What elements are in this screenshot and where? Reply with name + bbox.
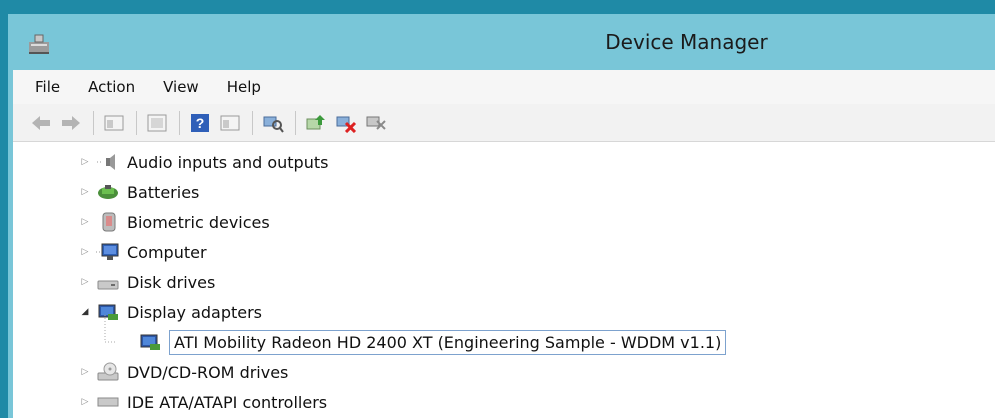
title-bar[interactable]: Device Manager <box>8 14 995 70</box>
menu-action[interactable]: Action <box>74 78 149 96</box>
tree-item-computer[interactable]: ▷ Computer <box>79 237 207 267</box>
tree-item-batteries[interactable]: ▷ Batteries <box>79 177 200 207</box>
toolbar-separator <box>93 110 94 135</box>
menu-bar: File Action View Help <box>13 70 995 104</box>
forward-icon[interactable] <box>59 111 83 135</box>
svg-text:?: ? <box>196 115 205 131</box>
tree-item-label: ATI Mobility Radeon HD 2400 XT (Engineer… <box>169 329 727 355</box>
expand-arrow-icon[interactable]: ▷ <box>79 186 91 198</box>
display-adapter-icon <box>137 331 163 353</box>
help-icon[interactable]: ? <box>188 111 212 135</box>
fingerprint-icon <box>95 211 121 233</box>
tree-item-label: Batteries <box>127 182 200 202</box>
tree-connector <box>104 315 117 343</box>
scan-hardware-icon[interactable] <box>261 111 285 135</box>
menu-view[interactable]: View <box>149 78 213 96</box>
tree-item-label: Biometric devices <box>127 212 270 232</box>
speaker-icon <box>95 151 121 173</box>
client-area: File Action View Help ? ▷ Audio inputs a… <box>13 70 995 418</box>
hidden-devices-icon[interactable] <box>145 111 169 135</box>
tree-item-label: Display adapters <box>127 302 263 322</box>
expand-arrow-icon[interactable]: ▷ <box>79 246 91 258</box>
computer-icon <box>95 241 121 263</box>
toolbar-separator <box>295 110 296 135</box>
collapse-arrow-icon[interactable]: ◢ <box>79 306 91 318</box>
tree-item-biometric[interactable]: ▷ Biometric devices <box>79 207 270 237</box>
update-driver-icon[interactable] <box>304 111 328 135</box>
tree-item-label: Computer <box>127 242 207 262</box>
battery-icon <box>95 181 121 203</box>
tree-item-label: IDE ATA/ATAPI controllers <box>127 392 328 412</box>
disk-drive-icon <box>95 271 121 293</box>
tree-item-label: Disk drives <box>127 272 216 292</box>
tree-item-disk-drives[interactable]: ▷ Disk drives <box>79 267 216 297</box>
expand-arrow-icon[interactable]: ▷ <box>79 366 91 378</box>
toolbar-separator <box>136 110 137 135</box>
tree-item-label: DVD/CD-ROM drives <box>127 362 289 382</box>
uninstall-device-icon[interactable] <box>334 111 358 135</box>
tree-item-dvd-drives[interactable]: ▷ DVD/CD-ROM drives <box>79 357 288 387</box>
tree-item-ide-controllers[interactable]: ▷ IDE ATA/ATAPI controllers <box>79 387 328 417</box>
toolbar: ? <box>13 104 995 142</box>
tree-item-label: Audio inputs and outputs <box>127 152 329 172</box>
menu-help[interactable]: Help <box>213 78 275 96</box>
optical-drive-icon <box>95 361 121 383</box>
enable-device-icon[interactable] <box>364 111 388 135</box>
tree-item-ati-radeon[interactable]: ATI Mobility Radeon HD 2400 XT (Engineer… <box>104 315 727 357</box>
expand-arrow-icon[interactable]: ▷ <box>79 156 91 168</box>
menu-file[interactable]: File <box>13 78 74 96</box>
update-driver-view-icon[interactable] <box>218 111 242 135</box>
device-tree: ▷ Audio inputs and outputs ▷ Batteries ▷… <box>13 142 995 418</box>
tree-item-audio[interactable]: ▷ Audio inputs and outputs <box>79 147 329 177</box>
back-icon[interactable] <box>29 111 53 135</box>
expand-arrow-icon[interactable]: ▷ <box>79 396 91 408</box>
device-manager-window: Device Manager File Action View Help ? ▷… <box>8 14 995 418</box>
toolbar-separator <box>252 110 253 135</box>
expand-arrow-icon[interactable]: ▷ <box>79 216 91 228</box>
properties-view-icon[interactable] <box>102 111 126 135</box>
toolbar-separator <box>179 110 180 135</box>
window-title: Device Manager <box>605 30 768 54</box>
ide-controller-icon <box>95 391 121 413</box>
expand-arrow-icon[interactable]: ▷ <box>79 276 91 288</box>
